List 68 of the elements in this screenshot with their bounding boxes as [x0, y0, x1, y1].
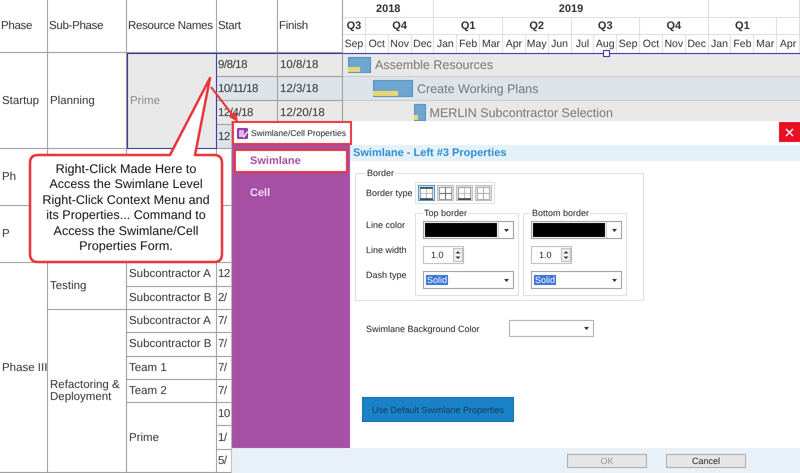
grid-icon	[439, 186, 452, 200]
table-cell: 12/3/18	[278, 77, 343, 101]
spin-arrows-icon	[561, 248, 571, 262]
column-header: Sub-Phase	[48, 0, 127, 53]
year-header: 2019	[434, 0, 709, 18]
grid-icon	[458, 186, 471, 200]
close-icon	[785, 128, 794, 136]
task-bar[interactable]	[414, 104, 426, 121]
nav-item[interactable]: Swimlane	[234, 149, 348, 173]
field-label: Swimlane Background Color	[366, 324, 481, 334]
caret-icon	[612, 228, 616, 232]
number-spinner[interactable]: 1.0	[423, 246, 464, 264]
table-cell: 9/8/18	[217, 53, 278, 77]
quarter-header: Q3	[572, 18, 640, 35]
quarter-header: Q4	[640, 18, 709, 35]
section-heading: Swimlane - Left #3 Properties	[350, 145, 800, 161]
color-dropdown[interactable]	[531, 221, 622, 239]
task-label: MERLIN Subcontractor Selection	[430, 104, 613, 122]
field-label: Line width	[366, 244, 408, 256]
group-label: Bottom border	[531, 208, 590, 218]
caret-icon	[504, 228, 508, 232]
quarter-header: Q1	[708, 18, 778, 35]
header-cell	[777, 18, 800, 35]
caret-icon	[504, 278, 508, 282]
border-type-button[interactable]	[418, 185, 435, 201]
close-button[interactable]	[779, 122, 800, 142]
field-label: Border type	[366, 188, 414, 198]
table-cell: Subcontractor B	[127, 286, 217, 310]
nav-item[interactable]: Cell	[234, 181, 348, 205]
selection-handle[interactable]	[603, 50, 610, 57]
quarter-header: Q4	[366, 18, 434, 35]
grid-icon	[477, 186, 490, 200]
table-cell: Team 2	[127, 380, 217, 404]
task-label: Create Working Plans	[417, 80, 538, 98]
year-header: 2018	[343, 0, 434, 18]
dash-dropdown[interactable]: Solid	[531, 271, 622, 289]
column-header: Phase	[0, 0, 48, 53]
form-icon	[237, 128, 248, 138]
table-cell: Phase III	[0, 263, 48, 473]
quarter-header: Q2	[502, 18, 572, 35]
field-label: Dash type	[366, 268, 408, 282]
table-cell: Team 1	[127, 356, 217, 380]
grid-icon	[420, 186, 433, 200]
caret-icon	[584, 327, 588, 330]
task-label: Assemble Resources	[375, 57, 494, 74]
quarter-header: Q3	[343, 18, 366, 35]
group-label: Border	[366, 168, 396, 178]
number-spinner[interactable]: 1.0	[531, 246, 572, 264]
table-cell: Startup	[0, 53, 48, 149]
border-type-button[interactable]	[456, 185, 473, 201]
color-dropdown[interactable]	[509, 320, 594, 337]
dialog-button[interactable]: Cancel	[666, 454, 746, 468]
table-cell: Planning	[48, 53, 127, 149]
group-label: Top border	[423, 208, 468, 218]
spin-arrows-icon	[453, 248, 463, 262]
field-label: Line color	[366, 218, 406, 232]
table-cell: Subcontractor A	[127, 310, 217, 334]
table-cell: Prime	[127, 403, 217, 473]
caret-icon	[612, 278, 616, 282]
table-cell: 10/8/18	[278, 53, 343, 77]
dash-dropdown[interactable]: Solid	[423, 271, 514, 289]
color-dropdown[interactable]	[423, 221, 514, 239]
border-type-button[interactable]	[437, 185, 454, 201]
quarter-header: Q1	[434, 18, 503, 35]
table-cell: Refactoring & Deployment	[48, 310, 127, 473]
table-cell: Subcontractor B	[127, 333, 217, 357]
table-cell: 10/11/18	[217, 77, 278, 101]
default-properties-button[interactable]: Use Default Swimlane Properties	[362, 397, 514, 422]
